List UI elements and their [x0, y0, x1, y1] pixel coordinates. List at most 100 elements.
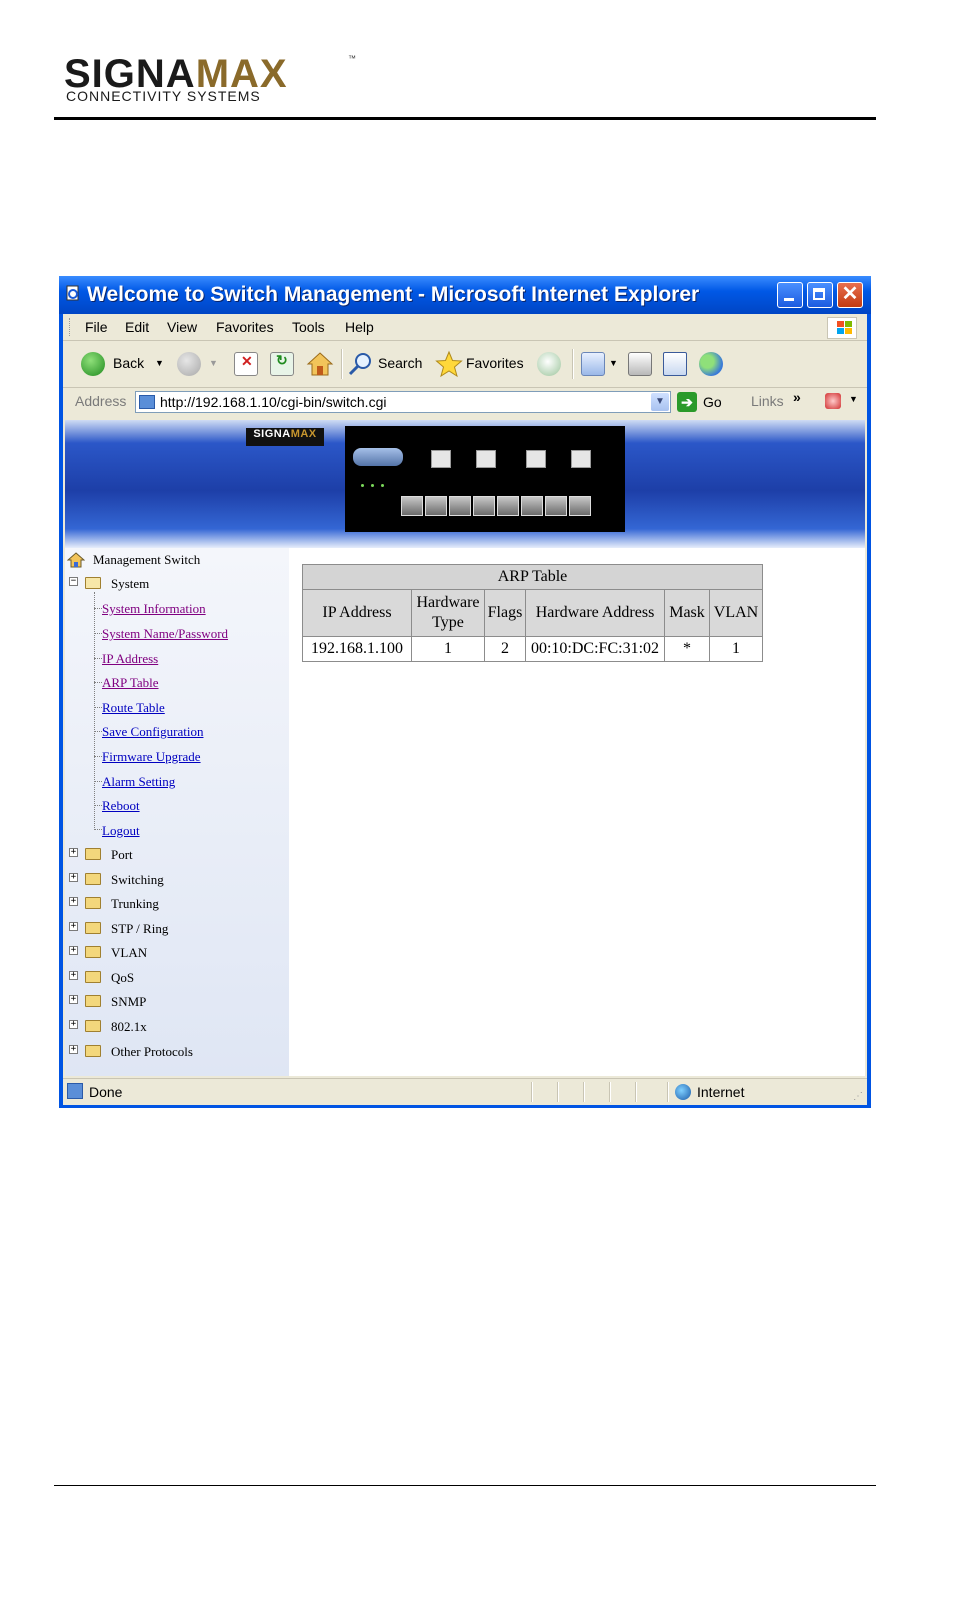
page-content: SIGNAMAX Management Switch − System Syst… — [65, 420, 865, 1076]
stop-button[interactable]: ✕ — [234, 350, 260, 378]
link-system-name-password[interactable]: System Name/Password — [102, 626, 228, 642]
logo-tagline: CONNECTIVITY SYSTEMS — [66, 88, 261, 104]
back-dropdown-icon[interactable]: ▼ — [155, 358, 164, 368]
messenger-button[interactable] — [699, 350, 727, 378]
go-button[interactable]: Go — [703, 394, 722, 410]
refresh-button[interactable]: ↻ — [270, 350, 296, 378]
fiber-port-icon — [431, 450, 451, 468]
edit-button[interactable] — [663, 350, 691, 378]
tree-vlan[interactable]: VLAN — [111, 945, 147, 961]
ethernet-port-icon — [425, 496, 447, 516]
folder-icon — [85, 971, 101, 983]
title-bar[interactable]: Welcome to Switch Management - Microsoft… — [59, 276, 871, 314]
ethernet-port-icon — [473, 496, 495, 516]
forward-button[interactable]: ▼ — [177, 350, 221, 378]
expand-icon[interactable]: + — [69, 1045, 78, 1054]
link-firmware-upgrade[interactable]: Firmware Upgrade — [102, 749, 201, 765]
tree-system[interactable]: System — [111, 576, 149, 592]
col-vlan: VLAN — [709, 589, 763, 637]
ethernet-port-icon — [545, 496, 567, 516]
link-reboot[interactable]: Reboot — [102, 798, 140, 814]
forward-arrow-icon — [177, 352, 201, 376]
tree-other-protocols[interactable]: Other Protocols — [111, 1044, 193, 1060]
expand-icon[interactable]: + — [69, 1020, 78, 1029]
tree-port[interactable]: Port — [111, 847, 133, 863]
links-label[interactable]: Links — [751, 393, 784, 409]
collapse-icon[interactable]: − — [69, 577, 78, 586]
minimize-button[interactable] — [777, 282, 803, 308]
tree-qos[interactable]: QoS — [111, 970, 134, 986]
close-button[interactable]: ✕ — [837, 282, 863, 308]
address-url[interactable]: http://192.168.1.10/cgi-bin/switch.cgi — [160, 394, 386, 410]
menu-file[interactable]: File — [85, 319, 108, 335]
expand-icon[interactable]: + — [69, 873, 78, 882]
fiber-port-icon — [526, 450, 546, 468]
link-route-table[interactable]: Route Table — [102, 700, 165, 716]
folder-icon — [85, 922, 101, 934]
link-save-configuration[interactable]: Save Configuration — [102, 724, 203, 740]
link-arp-table[interactable]: ARP Table — [102, 675, 159, 691]
links-chevron-icon[interactable]: » — [793, 389, 801, 405]
tree-trunking[interactable]: Trunking — [111, 896, 159, 912]
link-alarm-setting[interactable]: Alarm Setting — [102, 774, 175, 790]
tree-snmp[interactable]: SNMP — [111, 994, 146, 1010]
extension-dropdown-icon[interactable]: ▼ — [849, 394, 858, 404]
expand-icon[interactable]: + — [69, 897, 78, 906]
menu-favorites[interactable]: Favorites — [216, 319, 274, 335]
banner-logo: SIGNAMAX — [246, 428, 324, 446]
window-title: Welcome to Switch Management - Microsoft… — [87, 283, 700, 306]
search-icon — [348, 353, 371, 376]
folder-icon — [85, 1045, 101, 1057]
mail-button[interactable]: ▼ — [581, 350, 621, 378]
favorites-button[interactable]: Favorites — [435, 350, 529, 378]
menu-tools[interactable]: Tools — [292, 319, 325, 335]
cell-flags: 2 — [484, 636, 526, 662]
cell-mask: * — [664, 636, 710, 662]
status-led — [371, 484, 374, 487]
menu-view[interactable]: View — [167, 319, 197, 335]
tree-stp-ring[interactable]: STP / Ring — [111, 921, 168, 937]
folder-icon — [85, 897, 101, 909]
expand-icon[interactable]: + — [69, 971, 78, 980]
tree-root[interactable]: Management Switch — [93, 552, 200, 568]
expand-icon[interactable]: + — [69, 848, 78, 857]
arp-table: ARP Table IP Address Hardware Type Flags … — [302, 564, 763, 662]
col-hardware-type: Hardware Type — [411, 589, 485, 637]
expand-icon[interactable]: + — [69, 922, 78, 931]
resize-grip-icon[interactable]: ⋰ — [853, 1091, 863, 1102]
maximize-button[interactable] — [807, 282, 833, 308]
toolbar-separator — [341, 349, 343, 379]
nav-tree: Management Switch − System System Inform… — [65, 548, 289, 1076]
toolbar-separator — [572, 349, 574, 379]
col-hardware-address: Hardware Address — [525, 589, 665, 637]
link-system-information[interactable]: System Information — [102, 601, 206, 617]
menu-help[interactable]: Help — [345, 319, 374, 335]
go-arrow-icon[interactable]: ➔ — [677, 392, 697, 412]
menu-edit[interactable]: Edit — [125, 319, 149, 335]
search-button[interactable]: Search — [347, 350, 427, 378]
tree-8021x[interactable]: 802.1x — [111, 1019, 147, 1035]
tree-switching[interactable]: Switching — [111, 872, 164, 888]
menu-grip[interactable] — [69, 318, 73, 336]
expand-icon[interactable]: + — [69, 946, 78, 955]
address-input[interactable]: http://192.168.1.10/cgi-bin/switch.cgi ▼ — [135, 391, 671, 413]
back-button[interactable]: Back ▼ — [81, 350, 171, 378]
mail-dropdown-icon[interactable]: ▼ — [609, 358, 618, 368]
ethernet-port-icon — [521, 496, 543, 516]
link-logout[interactable]: Logout — [102, 823, 140, 839]
ethernet-port-icon — [449, 496, 471, 516]
mail-icon — [581, 352, 605, 376]
link-ip-address[interactable]: IP Address — [102, 651, 158, 667]
ethernet-port-icon — [497, 496, 519, 516]
address-dropdown-icon[interactable]: ▼ — [651, 393, 669, 411]
history-button[interactable] — [537, 350, 565, 378]
expand-icon[interactable]: + — [69, 995, 78, 1004]
edit-page-icon — [663, 352, 687, 376]
home-button[interactable] — [306, 350, 334, 378]
signamax-logo: SIGNAMAX ™ CONNECTIVITY SYSTEMS — [64, 54, 364, 110]
folder-icon — [85, 848, 101, 860]
print-button[interactable] — [628, 350, 656, 378]
toolbar-extension-icon[interactable] — [825, 393, 841, 409]
folder-icon — [85, 1020, 101, 1032]
standard-toolbar: Back ▼ ▼ ✕ ↻ Search Favorites ▼ — [63, 341, 867, 388]
